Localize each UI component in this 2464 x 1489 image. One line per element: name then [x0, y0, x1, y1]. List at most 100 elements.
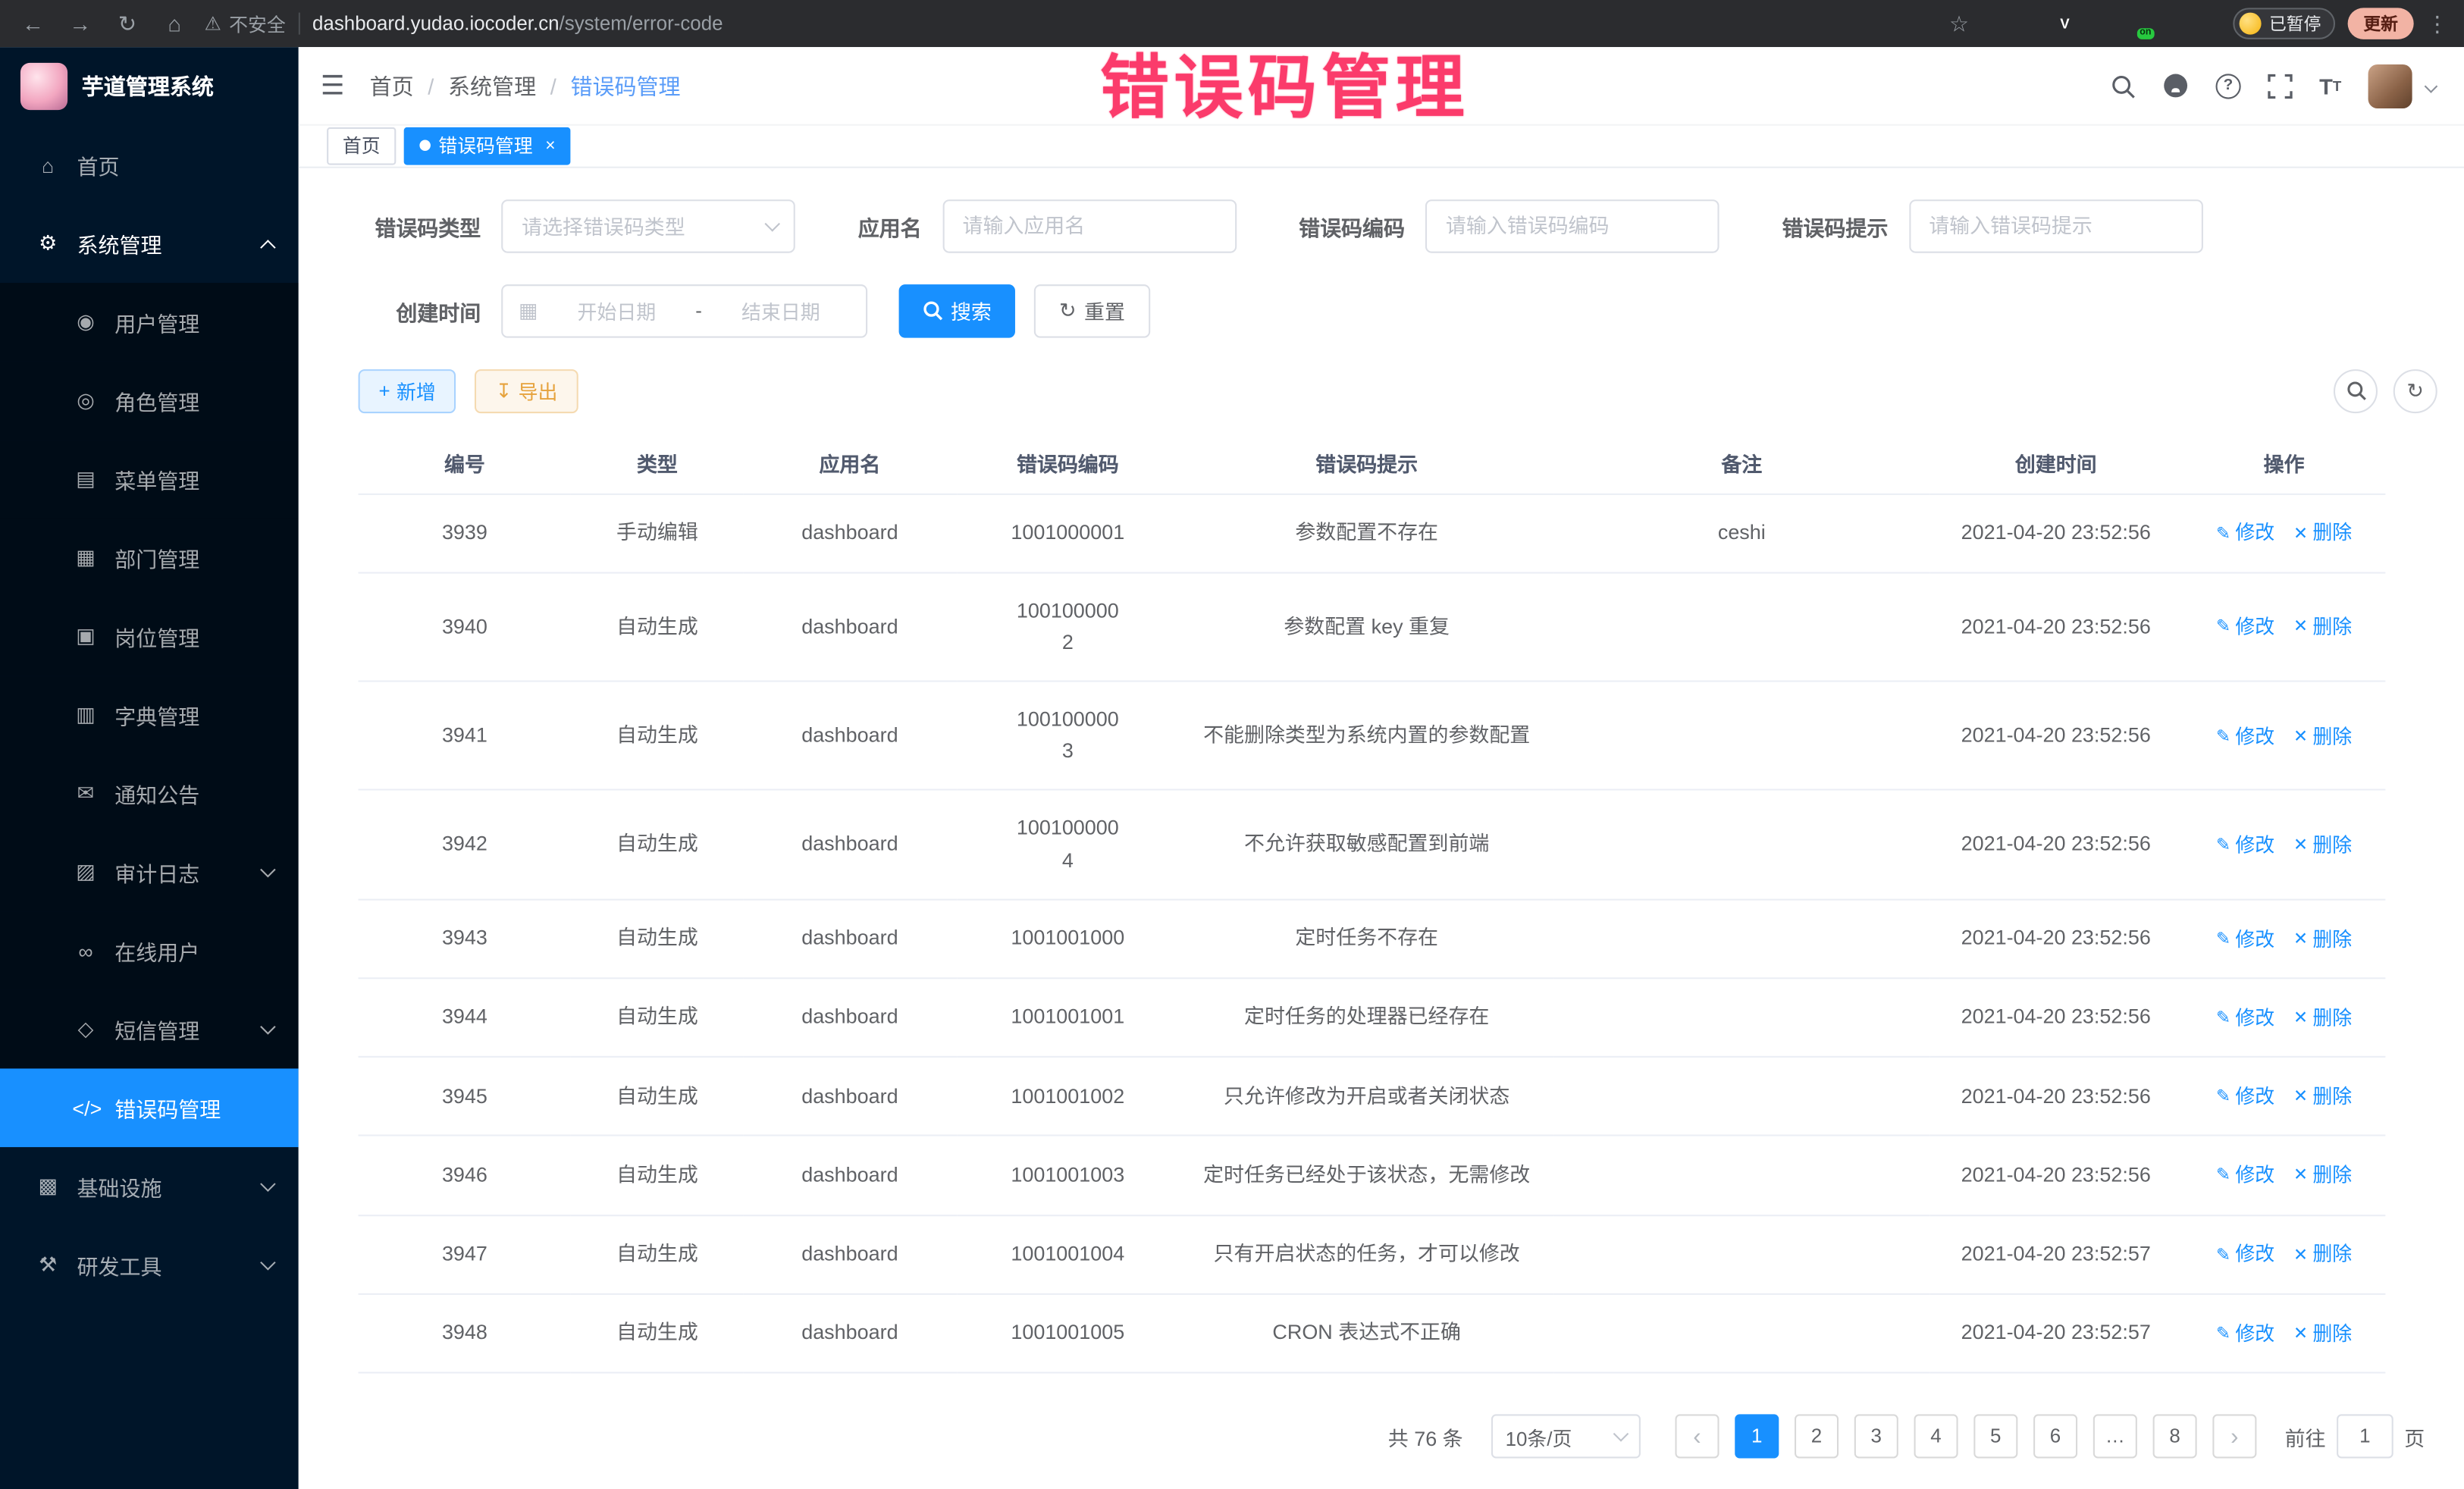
red-extension-icon[interactable] [1982, 13, 2004, 35]
reset-button[interactable]: ↻ 重置 [1034, 284, 1150, 337]
delete-link[interactable]: ✕删除 [2293, 1161, 2352, 1192]
pager-next[interactable]: › [2212, 1414, 2256, 1458]
toggle-search-button[interactable] [2334, 368, 2378, 412]
sidebar-item-system[interactable]: ⚙系统管理 [0, 204, 299, 283]
edit-link[interactable]: ✎修改 [2216, 1240, 2274, 1271]
update-button[interactable]: 更新 [2348, 8, 2414, 39]
filter-error-hint: 错误码提示 [1782, 199, 2202, 252]
pager-page-1[interactable]: 1 [1735, 1414, 1779, 1458]
breadcrumb-system[interactable]: 系统管理 [448, 70, 536, 101]
chevron-down-icon[interactable] [2425, 79, 2438, 92]
date-range-picker[interactable]: ▦ 开始日期 - 结束日期 [501, 284, 867, 337]
export-button[interactable]: ↧ 导出 [475, 368, 578, 412]
dark-on-extension-icon[interactable]: on [2126, 13, 2148, 35]
delete-link[interactable]: ✕删除 [2293, 722, 2352, 752]
sidebar-item-notices[interactable]: ✉通知公告 [0, 754, 299, 833]
delete-link[interactable]: ✕删除 [2293, 1004, 2352, 1034]
puzzle-extension-icon[interactable] [2199, 13, 2221, 35]
back-icon[interactable]: ← [16, 6, 51, 41]
sidebar-item-sms[interactable]: ◇短信管理 [0, 990, 299, 1069]
colorful-extension-icon[interactable] [2162, 13, 2184, 35]
delete-link[interactable]: ✕删除 [2293, 1083, 2352, 1113]
error-type-select[interactable]: 请选择错误码类型 [501, 199, 795, 252]
range-separator: - [695, 299, 702, 321]
pager-more[interactable]: … [2093, 1414, 2137, 1458]
sidebar-item-roles[interactable]: ◎角色管理 [0, 362, 299, 440]
edit-link[interactable]: ✎修改 [2216, 1083, 2274, 1113]
annotation-title: 错误码管理 [1100, 31, 1469, 132]
delete-icon: ✕ [2293, 1084, 2308, 1111]
edit-link[interactable]: ✎修改 [2216, 831, 2274, 861]
delete-link[interactable]: ✕删除 [2293, 613, 2352, 644]
sidebar-item-label: 错误码管理 [114, 1092, 221, 1124]
edit-link[interactable]: ✎修改 [2216, 1161, 2274, 1192]
edit-link[interactable]: ✎修改 [2216, 1004, 2274, 1034]
page-size-select[interactable]: 10条/页 [1491, 1414, 1641, 1458]
app-name-input[interactable] [942, 199, 1237, 252]
close-icon[interactable]: × [545, 136, 555, 155]
sidebar-item-users[interactable]: ◉用户管理 [0, 283, 299, 362]
error-hint-input[interactable] [1908, 199, 2202, 252]
security-indicator[interactable]: ⚠ 不安全 [204, 10, 285, 36]
sidebar-item-posts[interactable]: ▣岗位管理 [0, 597, 299, 676]
github-icon[interactable] [2162, 72, 2189, 99]
edit-link[interactable]: ✎修改 [2216, 519, 2274, 550]
help-icon[interactable]: ? [2215, 74, 2240, 99]
collapse-sidebar-icon[interactable]: ☰ [321, 70, 345, 101]
sidebar-item-infrastructure[interactable]: ▩基础设施 [0, 1147, 299, 1226]
add-button[interactable]: + 新增 [359, 368, 456, 412]
edit-link[interactable]: ✎修改 [2216, 925, 2274, 955]
tab-error-code[interactable]: 错误码管理 × [404, 127, 572, 165]
refresh-table-button[interactable]: ↻ [2393, 368, 2437, 412]
goto-page-input[interactable] [2337, 1414, 2393, 1458]
edit-link[interactable]: ✎修改 [2216, 613, 2274, 644]
pager-page-6[interactable]: 6 [2033, 1414, 2077, 1458]
blue-extension-icon[interactable] [2017, 13, 2039, 35]
pager-page-4[interactable]: 4 [1914, 1414, 1958, 1458]
reload-icon[interactable]: ↻ [110, 6, 145, 41]
sidebar-item-dictionaries[interactable]: ▥字典管理 [0, 676, 299, 754]
delete-link[interactable]: ✕删除 [2293, 1240, 2352, 1271]
bookmark-star-icon[interactable]: ☆ [1949, 10, 1969, 36]
cell-hint: 不能删除类型为系统内置的参数配置 [1179, 682, 1554, 791]
search-icon[interactable] [2111, 74, 2136, 99]
chevron-up-icon [260, 239, 276, 255]
edit-link[interactable]: ✎修改 [2216, 1319, 2274, 1350]
sidebar-item-departments[interactable]: ▦部门管理 [0, 519, 299, 597]
pager-page-8[interactable]: 8 [2153, 1414, 2197, 1458]
pager-page-5[interactable]: 5 [1973, 1414, 2017, 1458]
pager-page-2[interactable]: 2 [1795, 1414, 1839, 1458]
font-size-icon[interactable]: TT [2319, 74, 2341, 99]
delete-link[interactable]: ✕删除 [2293, 925, 2352, 955]
user-avatar[interactable] [2368, 64, 2412, 108]
sidebar-item-devtools[interactable]: ⚒研发工具 [0, 1226, 299, 1305]
sidebar-item-error-codes[interactable]: </>错误码管理 [0, 1068, 299, 1147]
profile-paused-chip[interactable]: 已暂停 [2233, 8, 2335, 39]
browser-menu-icon[interactable]: ⋮ [2426, 10, 2448, 36]
pager-prev[interactable]: ‹ [1675, 1414, 1719, 1458]
grid-extension-icon[interactable] [2090, 13, 2112, 35]
forward-icon[interactable]: → [63, 6, 98, 41]
fullscreen-icon[interactable] [2268, 74, 2293, 99]
cell-remark [1554, 1136, 1930, 1215]
browser-home-icon[interactable]: ⌂ [157, 6, 192, 41]
delete-link[interactable]: ✕删除 [2293, 1319, 2352, 1350]
edit-link[interactable]: ✎修改 [2216, 722, 2274, 752]
tab-home[interactable]: 首页 [327, 127, 396, 165]
sidebar-item-audit-logs[interactable]: ▨审计日志 [0, 833, 299, 912]
green-v-extension-icon[interactable]: V [2054, 13, 2076, 35]
sidebar-item-menus[interactable]: ▤菜单管理 [0, 440, 299, 519]
sidebar-item-home[interactable]: ⌂首页 [0, 126, 299, 205]
cell-type: 手动编辑 [571, 494, 743, 572]
delete-link[interactable]: ✕删除 [2293, 519, 2352, 550]
sidebar-item-online-users[interactable]: ∞在线用户 [0, 911, 299, 990]
sidebar-item-label: 通知公告 [114, 778, 199, 809]
pager-page-3[interactable]: 3 [1854, 1414, 1898, 1458]
search-button[interactable]: 搜索 [899, 284, 1015, 337]
error-code-input[interactable] [1425, 199, 1719, 252]
logo-row[interactable]: 芋道管理系统 [0, 47, 299, 126]
breadcrumb-home[interactable]: 首页 [370, 70, 414, 101]
edit-icon: ✎ [2216, 1005, 2230, 1032]
delete-link[interactable]: ✕删除 [2293, 831, 2352, 861]
cell-actions: ✎修改 ✕删除 [2183, 572, 2386, 682]
